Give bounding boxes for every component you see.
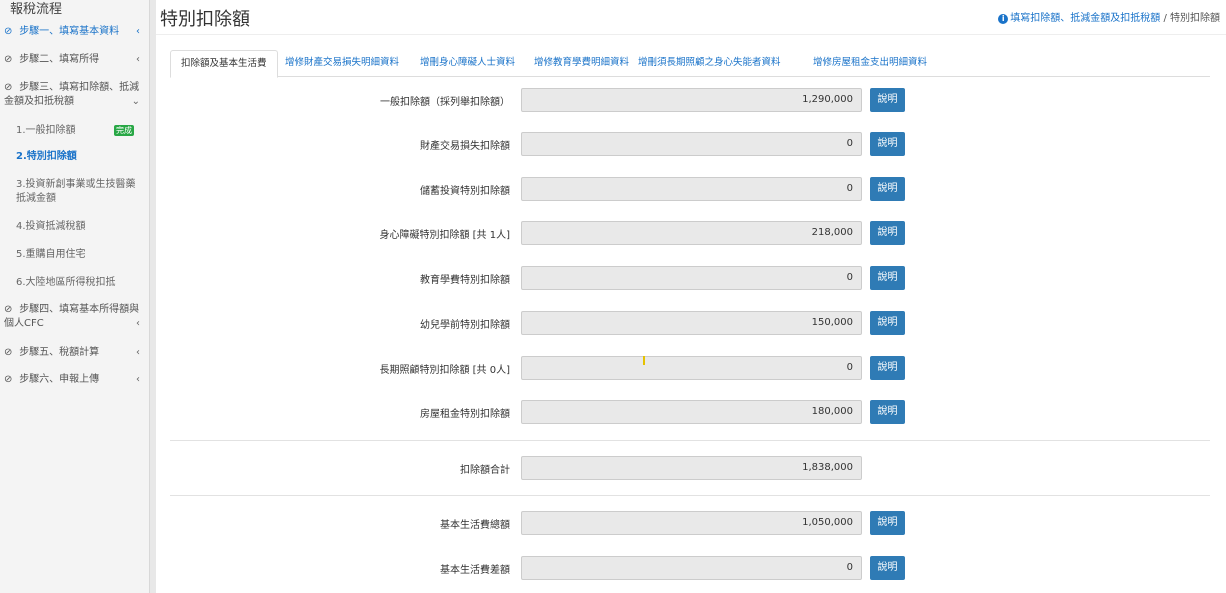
- tab-bar: 扣除額及基本生活費 增修財產交易損失明細資料 增刪身心障礙人士資料 增修教育學費…: [170, 50, 1210, 78]
- deduction-row: 長期照顧特別扣除額 [共 0人] 0 說明: [170, 356, 1210, 380]
- deduction-row: 身心障礙特別扣除額 [共 1人] 218,000 說明: [170, 221, 1210, 245]
- sidebar-step-4[interactable]: ⊘ 步驟四、填寫基本所得額與個人CFC ‹: [4, 303, 144, 331]
- tab-deductions-living[interactable]: 扣除額及基本生活費: [170, 50, 278, 78]
- field-label: 幼兒學前特別扣除額: [420, 320, 510, 331]
- explain-button[interactable]: 說明: [870, 556, 905, 580]
- value-field: 0: [521, 177, 862, 201]
- breadcrumb: i 填寫扣除額、抵減金額及扣抵稅額 / 特別扣除額: [998, 9, 1220, 24]
- deduction-row: 幼兒學前特別扣除額 150,000 說明: [170, 311, 1210, 335]
- total-field: 1,838,000: [521, 456, 862, 480]
- chevron-left-icon: ‹: [136, 26, 140, 37]
- explain-button[interactable]: 說明: [870, 266, 905, 290]
- field-label: 財產交易損失扣除額: [420, 141, 510, 152]
- value-field: 0: [521, 132, 862, 156]
- explain-button[interactable]: 說明: [870, 311, 905, 335]
- chevron-left-icon: ‹: [136, 374, 140, 385]
- status-badge: 完成: [114, 125, 134, 136]
- explain-button[interactable]: 說明: [870, 511, 905, 535]
- sidebar-scrollbar[interactable]: [150, 0, 156, 593]
- value-field: 1,290,000: [521, 88, 862, 112]
- sidebar-step-1[interactable]: ⊘ 步驟一、填寫基本資料 ‹: [4, 25, 144, 39]
- explain-button[interactable]: 說明: [870, 177, 905, 201]
- section-divider: [170, 495, 1210, 496]
- tab-property-loss[interactable]: 增修財產交易損失明細資料: [275, 50, 409, 77]
- chevron-down-icon: ⌄: [131, 96, 140, 107]
- value-field: 0: [521, 356, 862, 380]
- breadcrumb-current: 特別扣除額: [1170, 13, 1220, 24]
- value-field: 150,000: [521, 311, 862, 335]
- explain-button[interactable]: 說明: [870, 132, 905, 156]
- value-field: 1,050,000: [521, 511, 862, 535]
- sidebar-step-5[interactable]: ⊘ 步驟五、稅額計算 ‹: [4, 346, 144, 360]
- section-divider: [170, 440, 1210, 441]
- sidebar-title: 報稅流程: [10, 2, 63, 17]
- sidebar-sub-item[interactable]: 1.一般扣除額 完成: [16, 124, 142, 138]
- field-label: 儲蓄投資特別扣除額: [420, 186, 510, 197]
- header-divider: [156, 34, 1226, 35]
- sidebar-sub-item[interactable]: 3.投資新創事業或生技醫藥抵減金額: [16, 178, 142, 206]
- chevron-left-icon: ‹: [136, 318, 140, 329]
- explain-button[interactable]: 說明: [870, 88, 905, 112]
- sidebar-step-label: 步驟三、填寫扣除額、抵減金額及扣抵稅額: [4, 82, 140, 107]
- field-label: 身心障礙特別扣除額 [共 1人]: [379, 230, 510, 241]
- sidebar-step-2[interactable]: ⊘ 步驟二、填寫所得 ‹: [4, 53, 144, 67]
- info-icon: i: [998, 14, 1009, 24]
- field-label: 基本生活費差額: [440, 565, 510, 576]
- sidebar-sub-item-current[interactable]: 2.特別扣除額: [16, 150, 142, 164]
- sidebar: 報稅流程 ⊘ 步驟一、填寫基本資料 ‹ ⊘ 步驟二、填寫所得 ‹ ⊘ 步驟三、填…: [0, 0, 150, 593]
- breadcrumb-separator: /: [1163, 13, 1167, 24]
- basic-living-row: 基本生活費總額 1,050,000 說明: [170, 511, 1210, 535]
- explain-button[interactable]: 說明: [870, 400, 905, 424]
- link-icon: ⊘: [4, 26, 13, 37]
- sidebar-step-label: 步驟五、稅額計算: [19, 347, 100, 358]
- sidebar-step-label: 步驟四、填寫基本所得額與個人CFC: [4, 304, 140, 329]
- explain-button[interactable]: 說明: [870, 221, 905, 245]
- field-label: 一般扣除額（採列舉扣除額）: [380, 97, 510, 108]
- sidebar-sub-item[interactable]: 5.重購自用住宅: [16, 248, 142, 262]
- sidebar-sub-label: 1.一般扣除額: [16, 125, 76, 136]
- field-label: 長期照顧特別扣除額 [共 0人]: [379, 365, 510, 376]
- deduction-row: 教育學費特別扣除額 0 說明: [170, 266, 1210, 290]
- link-icon: ⊘: [4, 347, 13, 358]
- deduction-row: 房屋租金特別扣除額 180,000 說明: [170, 400, 1210, 424]
- link-icon: ⊘: [4, 374, 13, 385]
- value-field: 0: [521, 266, 862, 290]
- field-label: 教育學費特別扣除額: [420, 275, 510, 286]
- value-field: 0: [521, 556, 862, 580]
- chevron-left-icon: ‹: [136, 347, 140, 358]
- field-label: 基本生活費總額: [440, 520, 510, 531]
- sidebar-step-label: 步驟一、填寫基本資料: [19, 26, 120, 37]
- link-icon: ⊘: [4, 82, 13, 93]
- sidebar-sub-item[interactable]: 6.大陸地區所得稅扣抵: [16, 276, 142, 290]
- sidebar-step-label: 步驟二、填寫所得: [19, 54, 100, 65]
- value-field: 180,000: [521, 400, 862, 424]
- explain-button[interactable]: 說明: [870, 356, 905, 380]
- sidebar-step-label: 步驟六、申報上傳: [19, 374, 100, 385]
- tab-education[interactable]: 增修教育學費明細資料: [524, 50, 639, 77]
- value-field: 218,000: [521, 221, 862, 245]
- link-icon: ⊘: [4, 54, 13, 65]
- sidebar-step-6[interactable]: ⊘ 步驟六、申報上傳 ‹: [4, 373, 144, 387]
- deduction-row: 財產交易損失扣除額 0 說明: [170, 132, 1210, 156]
- deduction-row: 儲蓄投資特別扣除額 0 說明: [170, 177, 1210, 201]
- deduction-row: 一般扣除額（採列舉扣除額） 1,290,000 說明: [170, 88, 1210, 112]
- breadcrumb-link[interactable]: 填寫扣除額、抵減金額及扣抵稅額: [1010, 13, 1160, 24]
- chevron-left-icon: ‹: [136, 54, 140, 65]
- total-row: 扣除額合計 1,838,000: [170, 456, 1210, 480]
- total-label: 扣除額合計: [460, 465, 510, 476]
- tab-rent[interactable]: 增修房屋租金支出明細資料: [803, 50, 937, 77]
- page-title: 特別扣除額: [160, 9, 250, 30]
- link-icon: ⊘: [4, 304, 13, 315]
- sidebar-sub-item[interactable]: 4.投資抵減稅額: [16, 220, 142, 234]
- field-label: 房屋租金特別扣除額: [420, 409, 510, 420]
- basic-living-row: 基本生活費差額 0 說明: [170, 556, 1210, 580]
- text-cursor: [643, 356, 645, 365]
- tab-long-term-care[interactable]: 增刪須長期照顧之身心失能者資料: [628, 50, 791, 77]
- tab-disability[interactable]: 增刪身心障礙人士資料: [410, 50, 525, 77]
- sidebar-step-3[interactable]: ⊘ 步驟三、填寫扣除額、抵減金額及扣抵稅額 ⌄: [4, 81, 144, 109]
